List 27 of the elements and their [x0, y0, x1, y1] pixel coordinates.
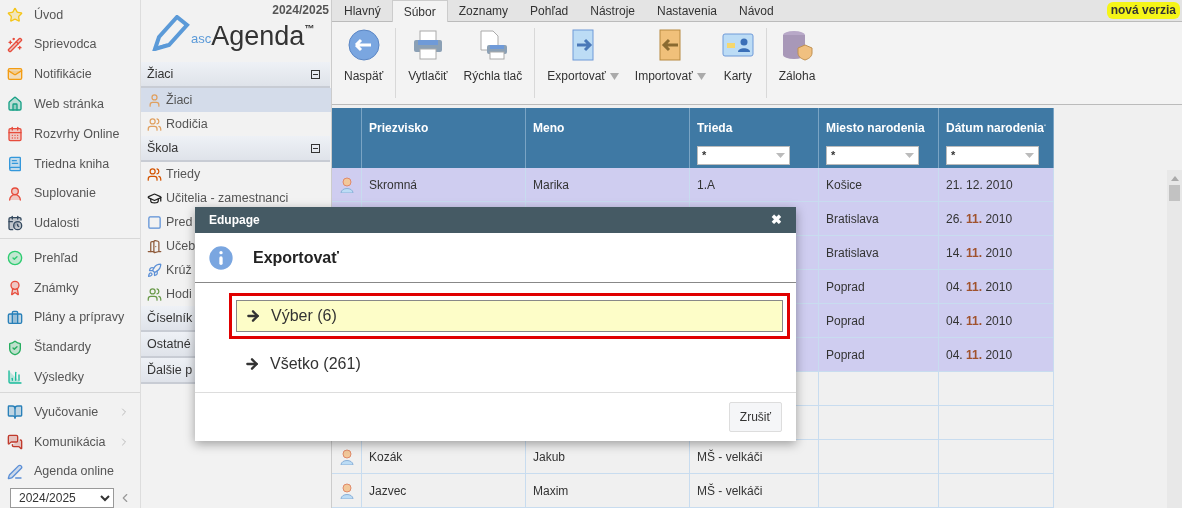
table-cell-text: Kozák	[369, 448, 403, 466]
dialog-heading: Exportovať	[253, 247, 339, 268]
logo-name: Agenda	[211, 21, 305, 51]
table-cell-text: Bratislava	[826, 244, 879, 262]
table-cell-text: 14. 11. 2010	[946, 244, 1013, 262]
table-cell-text: Poprad	[826, 312, 865, 330]
school-year: 2024/2025	[272, 2, 329, 19]
table-cell-text: Jakub	[533, 448, 566, 466]
table-cell-text: 1.A	[697, 176, 715, 194]
table-cell-text: Bratislava	[826, 210, 879, 228]
logo-prefix: asc	[191, 30, 212, 46]
table-cell-text: Poprad	[826, 346, 865, 364]
table-cell-text: MŠ - velkáči	[697, 448, 763, 466]
table-cell-text: 21. 12. 2010	[946, 176, 1013, 194]
table-cell-text: Poprad	[826, 278, 865, 296]
trademark: ™	[304, 22, 315, 34]
table-cell-text: 04. 11. 2010	[946, 312, 1013, 330]
table-cell-text: 04. 11. 2010	[946, 278, 1013, 296]
table-cell-text: Skromná	[369, 176, 418, 194]
table-cell-text: 04. 11. 2010	[946, 346, 1013, 364]
table-cell-text: Maxim	[533, 482, 569, 500]
table-cell-text: Jazvec	[369, 482, 407, 500]
dialog-title: Edupage	[209, 212, 260, 229]
table-cell-text: MŠ - velkáči	[697, 482, 763, 500]
table-cell-text: Marika	[533, 176, 569, 194]
table-cell-text: 26. 11. 2010	[946, 210, 1013, 228]
table-cell-text: Košice	[826, 176, 863, 194]
